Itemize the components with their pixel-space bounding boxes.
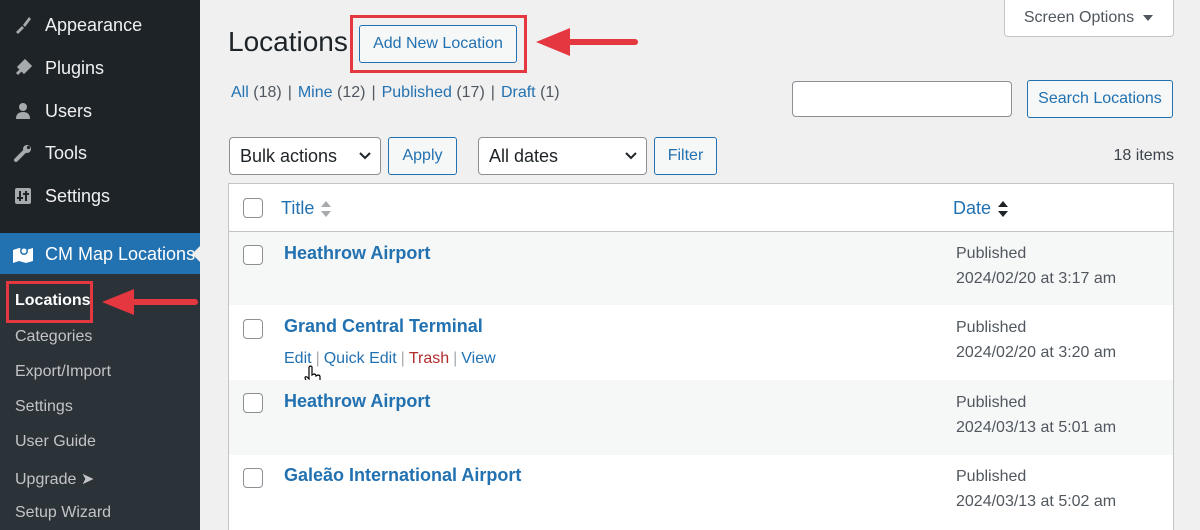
filter-count: (12) bbox=[336, 84, 366, 101]
submenu-item-export-import[interactable]: Export/Import bbox=[15, 363, 111, 381]
sidebar-item-label: Appearance bbox=[45, 14, 143, 35]
separator: | bbox=[400, 350, 405, 367]
row-checkbox[interactable] bbox=[243, 245, 263, 265]
row-status: Published bbox=[956, 468, 1027, 485]
select-all-checkbox[interactable] bbox=[243, 198, 263, 218]
arrow-left-icon bbox=[102, 289, 198, 315]
wrench-icon bbox=[10, 142, 36, 164]
submenu-item-categories[interactable]: Categories bbox=[15, 328, 92, 346]
row-title-link[interactable]: Grand Central Terminal bbox=[284, 316, 483, 337]
sidebar-item-label: Settings bbox=[45, 185, 111, 206]
items-count: 18 items bbox=[1113, 147, 1174, 164]
sidebar-item-appearance[interactable]: Appearance bbox=[0, 4, 200, 46]
screen-options-button[interactable]: Screen Options bbox=[1004, 0, 1174, 37]
locations-highlight-box bbox=[6, 281, 93, 323]
quick-edit-link[interactable]: Quick Edit bbox=[324, 350, 397, 368]
row-status: Published bbox=[956, 245, 1027, 262]
filter-label: Draft bbox=[500, 84, 536, 101]
row-checkbox[interactable] bbox=[243, 319, 263, 339]
row-date: 2024/02/20 at 3:20 am bbox=[956, 344, 1117, 361]
column-date-label: Date bbox=[953, 198, 992, 218]
filter-mine[interactable]: Mine (12) bbox=[298, 84, 366, 102]
separator: | bbox=[287, 84, 292, 101]
row-date: 2024/03/13 at 5:02 am bbox=[956, 493, 1117, 510]
sidebar-item-tools[interactable]: Tools bbox=[0, 132, 200, 174]
users-icon bbox=[10, 100, 36, 122]
filter-count: (1) bbox=[540, 84, 560, 101]
row-title-link[interactable]: Heathrow Airport bbox=[284, 391, 430, 412]
sidebar-item-users[interactable]: Users bbox=[0, 90, 200, 132]
admin-sidebar: Appearance Plugins Users Tools Settings … bbox=[0, 0, 201, 530]
bulk-actions-select[interactable]: Bulk actions bbox=[229, 137, 381, 175]
column-date-sort[interactable]: Date bbox=[953, 198, 1009, 219]
sidebar-item-settings[interactable]: Settings bbox=[0, 175, 200, 217]
apply-button[interactable]: Apply bbox=[388, 137, 457, 175]
trash-link[interactable]: Trash bbox=[409, 350, 449, 368]
sidebar-item-cm-map-locations[interactable]: CM Map Locations bbox=[0, 233, 201, 275]
submenu-item-upgrade[interactable]: Upgrade ➤ bbox=[15, 469, 94, 489]
filter-button[interactable]: Filter bbox=[654, 137, 717, 175]
row-title-link[interactable]: Heathrow Airport bbox=[284, 243, 430, 264]
column-title-label: Title bbox=[281, 198, 315, 218]
map-icon bbox=[10, 243, 36, 265]
sidebar-item-label: Tools bbox=[45, 142, 88, 163]
sidebar-item-plugins[interactable]: Plugins bbox=[0, 47, 200, 89]
locations-table: Title Date Heathrow Airport Published 20… bbox=[228, 183, 1174, 530]
row-checkbox[interactable] bbox=[243, 468, 263, 488]
search-input[interactable] bbox=[792, 81, 1012, 117]
row-checkbox[interactable] bbox=[243, 393, 263, 413]
filter-label: Published bbox=[381, 84, 452, 101]
filter-label: Mine bbox=[297, 84, 333, 101]
filter-count: (17) bbox=[456, 84, 485, 101]
row-status: Published bbox=[956, 394, 1027, 411]
bulk-actions-value: Bulk actions bbox=[240, 145, 338, 166]
settings-sliders-icon bbox=[10, 185, 36, 207]
separator: | bbox=[490, 84, 495, 101]
chevron-down-icon bbox=[625, 152, 637, 160]
column-title-sort[interactable]: Title bbox=[281, 198, 332, 219]
table-header: Title Date bbox=[229, 184, 1173, 232]
separator: | bbox=[371, 84, 376, 101]
table-row: Heathrow Airport Published 2024/02/20 at… bbox=[229, 232, 1173, 305]
add-new-location-button[interactable]: Add New Location bbox=[359, 25, 517, 63]
paintbrush-icon bbox=[10, 14, 36, 36]
row-status: Published bbox=[956, 319, 1027, 336]
plugin-icon bbox=[10, 57, 36, 79]
row-title-link[interactable]: Galeão International Airport bbox=[284, 465, 521, 486]
dates-value: All dates bbox=[489, 145, 559, 166]
sidebar-item-label: Users bbox=[45, 100, 93, 121]
page-title: Locations bbox=[228, 26, 348, 57]
arrow-left-icon bbox=[536, 28, 638, 56]
separator: | bbox=[453, 350, 458, 367]
submenu-item-user-guide[interactable]: User Guide bbox=[15, 433, 96, 451]
chevron-down-icon bbox=[359, 152, 371, 160]
filter-count: (18) bbox=[253, 84, 282, 101]
view-filters: All (18) | Mine (12) | Published (17) | … bbox=[231, 84, 560, 102]
view-link[interactable]: View bbox=[461, 350, 495, 368]
search-locations-button[interactable]: Search Locations bbox=[1027, 80, 1173, 118]
sidebar-item-label: CM Map Locations bbox=[45, 243, 196, 264]
caret-down-icon bbox=[1143, 15, 1154, 21]
filter-published[interactable]: Published (17) bbox=[382, 84, 485, 102]
submenu-item-setup-wizard[interactable]: Setup Wizard bbox=[15, 504, 111, 522]
table-row: Galeão International Airport Published 2… bbox=[229, 455, 1173, 530]
table-row: Grand Central Terminal Edit | Quick Edit… bbox=[229, 305, 1173, 388]
screen-options-label: Screen Options bbox=[1023, 9, 1135, 26]
sort-icon bbox=[321, 200, 332, 217]
table-row: Heathrow Airport Published 2024/03/13 at… bbox=[229, 380, 1173, 455]
sort-icon bbox=[998, 200, 1009, 217]
filter-label: All bbox=[231, 84, 249, 101]
sidebar-item-label: Plugins bbox=[45, 57, 105, 78]
row-date: 2024/03/13 at 5:01 am bbox=[956, 419, 1117, 436]
dates-select[interactable]: All dates bbox=[478, 137, 647, 175]
row-date: 2024/02/20 at 3:17 am bbox=[956, 270, 1117, 287]
filter-all[interactable]: All (18) bbox=[231, 84, 282, 102]
submenu-item-settings[interactable]: Settings bbox=[15, 398, 73, 416]
filter-draft[interactable]: Draft (1) bbox=[501, 84, 560, 102]
